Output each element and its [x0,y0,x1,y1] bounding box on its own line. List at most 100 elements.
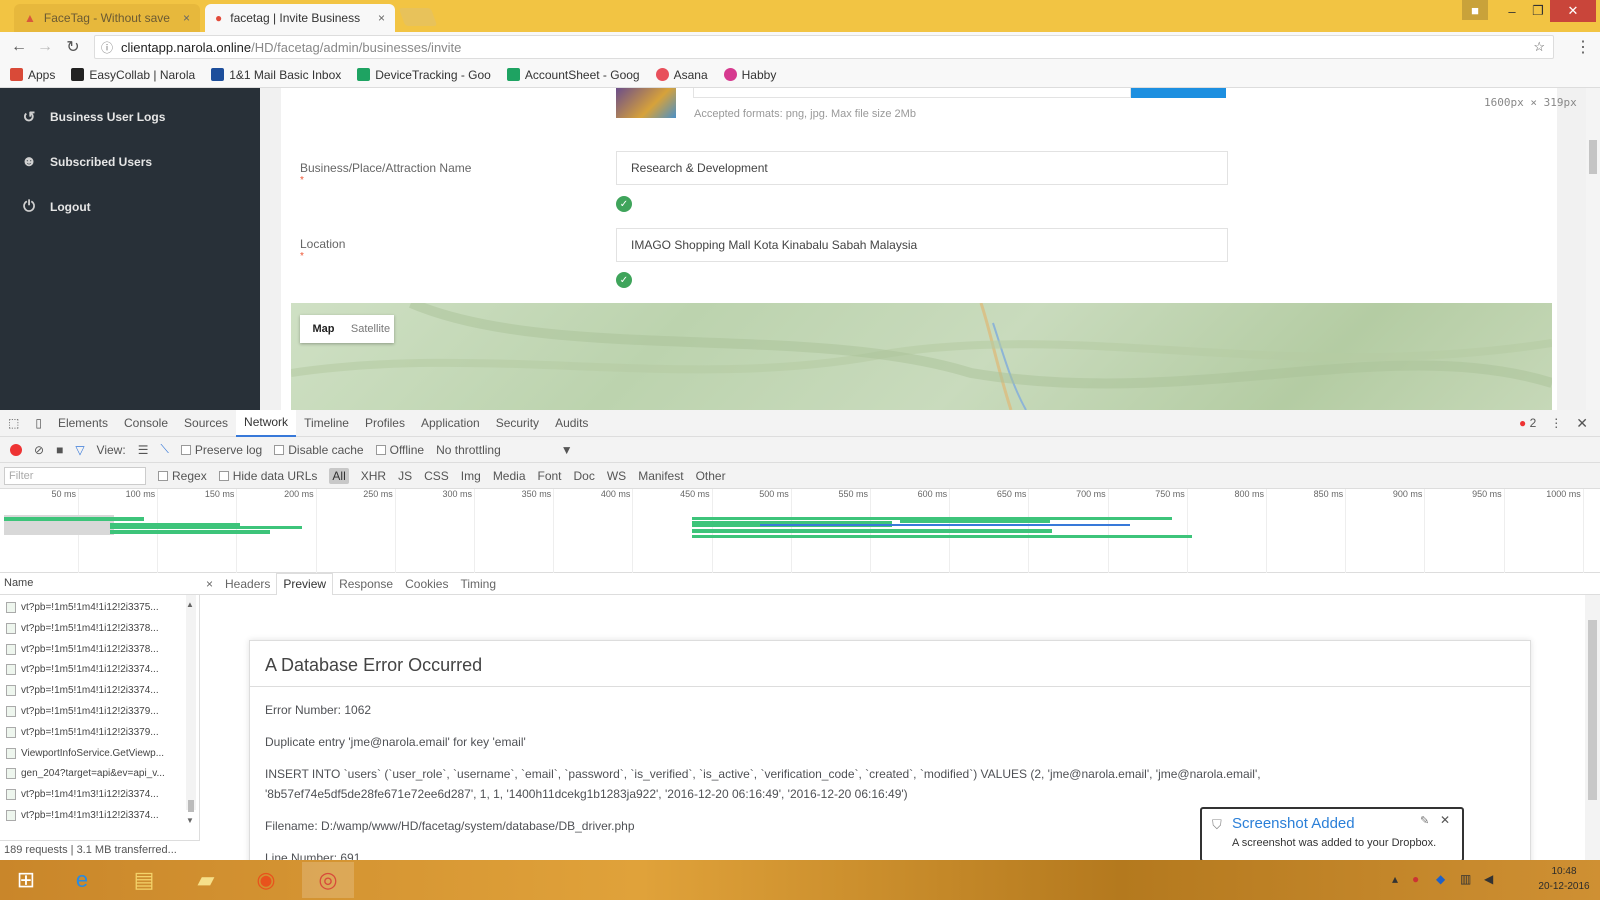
type-other[interactable]: Other [696,469,726,483]
tab-elements[interactable]: Elements [50,410,116,437]
sticky-notes-icon[interactable]: ▰ [180,862,232,898]
network-tray-icon[interactable]: ▥ [1460,872,1471,886]
pin-icon[interactable]: ✎ [1420,814,1429,827]
sidebar-item-logout[interactable]: ⏻ Logout [20,198,91,215]
sidebar-item-business-user-logs[interactable]: ↺ Business User Logs [20,108,166,126]
type-all[interactable]: All [329,467,349,484]
chrome-icon[interactable]: ◎ [302,862,354,898]
tab-audits[interactable]: Audits [547,410,596,437]
request-row[interactable]: vt?pb=!1m4!1m3!1i12!2i3374... [6,789,178,801]
tab-preview[interactable]: Preview [276,572,334,595]
bookmark-devicetracking[interactable]: DeviceTracking - Goo [357,68,491,82]
dropbox-tray-icon[interactable]: ◆ [1436,872,1445,886]
scroll-up-icon[interactable]: ▲ [186,600,194,609]
request-row[interactable]: vt?pb=!1m5!1m4!1i12!2i3379... [6,726,178,738]
devtools-close-icon[interactable]: ✕ [1576,415,1588,432]
page-scrollbar[interactable] [1586,88,1600,410]
filter-input[interactable]: Filter [4,466,146,485]
tab-timeline[interactable]: Timeline [296,410,357,437]
large-rows-icon[interactable]: ☰ [138,443,149,457]
logo-upload-input[interactable] [693,88,1131,98]
request-row[interactable]: vt?pb=!1m5!1m4!1i12!2i3379... [6,706,178,717]
request-row[interactable]: gen_204?target=api&ev=api_v... [6,768,178,780]
request-row[interactable]: vt?pb=!1m5!1m4!1i12!2i3374... [6,685,178,697]
tray-app-icon[interactable]: ● [1412,872,1419,886]
tab-network[interactable]: Network [236,409,297,437]
browse-button[interactable] [1131,88,1226,98]
tab-headers[interactable]: Headers [219,573,276,595]
request-list-scrollbar[interactable] [186,595,196,810]
bookmark-accountsheet[interactable]: AccountSheet - Goog [506,68,640,82]
type-ws[interactable]: WS [607,469,626,483]
address-bar[interactable]: ⓘ clientapp.narola.online/HD/facetag/adm… [94,35,1554,59]
request-row[interactable]: ViewportInfoService.GetViewp... [6,747,178,759]
tab-timing[interactable]: Timing [454,573,502,595]
filter-icon[interactable]: ▽ [75,443,84,457]
location-map[interactable] [291,303,1552,410]
map-type-map[interactable]: Map [300,323,347,335]
devtools-menu-icon[interactable]: ⋮ [1550,416,1562,430]
tab-close-icon[interactable]: × [183,11,190,25]
preview-scroll-thumb[interactable] [1588,620,1597,800]
map-type-satellite[interactable]: Satellite [347,323,394,335]
hide-data-urls-checkbox[interactable]: Hide data URLs [218,469,317,483]
request-row[interactable]: vt?pb=!1m5!1m4!1i12!2i3378... [6,643,178,655]
bookmark-habby[interactable]: Habby [723,68,776,82]
type-css[interactable]: CSS [424,469,449,483]
tab-security[interactable]: Security [488,410,547,437]
type-manifest[interactable]: Manifest [638,469,683,483]
notification-close-icon[interactable]: ✕ [1440,813,1450,827]
tray-overflow-icon[interactable]: ▴ [1392,872,1398,886]
type-media[interactable]: Media [493,469,526,483]
firefox-icon[interactable]: ◉ [240,862,292,898]
device-mode-icon[interactable]: ▯ [27,410,50,437]
bookmark-asana[interactable]: Asana [655,68,708,82]
disable-cache-checkbox[interactable]: Disable cache [274,443,364,457]
file-explorer-icon[interactable]: ▤ [118,862,170,898]
name-column-header[interactable]: Name [0,573,200,595]
type-font[interactable]: Font [538,469,562,483]
page-scrollbar-thumb[interactable] [1589,140,1597,174]
business-name-input[interactable]: Research & Development [616,151,1228,185]
tab-profiles[interactable]: Profiles [357,410,413,437]
scroll-down-icon[interactable]: ▼ [186,816,194,825]
record-icon[interactable] [10,443,22,456]
clear-icon[interactable]: ⊘ [34,443,44,457]
throttling-select[interactable]: No throttling ▼ [436,443,573,457]
reload-icon[interactable]: ↻ [62,36,84,58]
request-row[interactable]: vt?pb=!1m5!1m4!1i12!2i3375... [6,602,178,613]
type-img[interactable]: Img [461,469,481,483]
preserve-log-checkbox[interactable]: Preserve log [180,443,262,457]
bookmark-apps[interactable]: Apps [10,68,55,82]
new-tab-button[interactable] [398,8,438,26]
type-doc[interactable]: Doc [574,469,595,483]
browser-tab-facetag-without-save[interactable]: ▲ FaceTag - Without save × [14,4,200,32]
forward-icon[interactable]: → [34,36,56,58]
regex-checkbox[interactable]: Regex [158,469,207,483]
error-badge[interactable]: ● 2 [1519,416,1536,430]
browser-tab-invite-business[interactable]: ● facetag | Invite Business × [205,4,395,32]
location-input[interactable]: IMAGO Shopping Mall Kota Kinabalu Sabah … [616,228,1228,262]
request-list-scroll-thumb[interactable] [188,800,194,812]
volume-icon[interactable]: ◀ [1484,872,1493,886]
tab-sources[interactable]: Sources [176,410,236,437]
request-row[interactable]: vt?pb=!1m4!1m3!1i12!2i3374... [6,810,178,821]
offline-checkbox[interactable]: Offline [375,443,424,457]
tab-console[interactable]: Console [116,410,176,437]
profile-icon[interactable]: ■ [1462,0,1488,20]
bookmark-easycollab[interactable]: EasyCollab | Narola [71,68,195,82]
detail-close-icon[interactable]: × [200,573,219,595]
bookmark-mail[interactable]: 1&1 Mail Basic Inbox [211,68,341,82]
request-row[interactable]: vt?pb=!1m5!1m4!1i12!2i3378... [6,622,178,634]
tab-response[interactable]: Response [333,573,399,595]
tab-cookies[interactable]: Cookies [399,573,454,595]
internet-explorer-icon[interactable]: e [56,862,108,898]
type-xhr[interactable]: XHR [361,469,386,483]
tab-application[interactable]: Application [413,410,488,437]
inspect-icon[interactable]: ⬚ [0,410,27,437]
menu-icon[interactable]: ⋮ [1572,36,1594,58]
windows-start-icon[interactable]: ⊞ [0,862,52,898]
request-row[interactable]: vt?pb=!1m5!1m4!1i12!2i3374... [6,664,178,676]
camera-icon[interactable]: ■ [56,443,63,457]
overview-icon[interactable]: ⟍ [160,442,168,457]
